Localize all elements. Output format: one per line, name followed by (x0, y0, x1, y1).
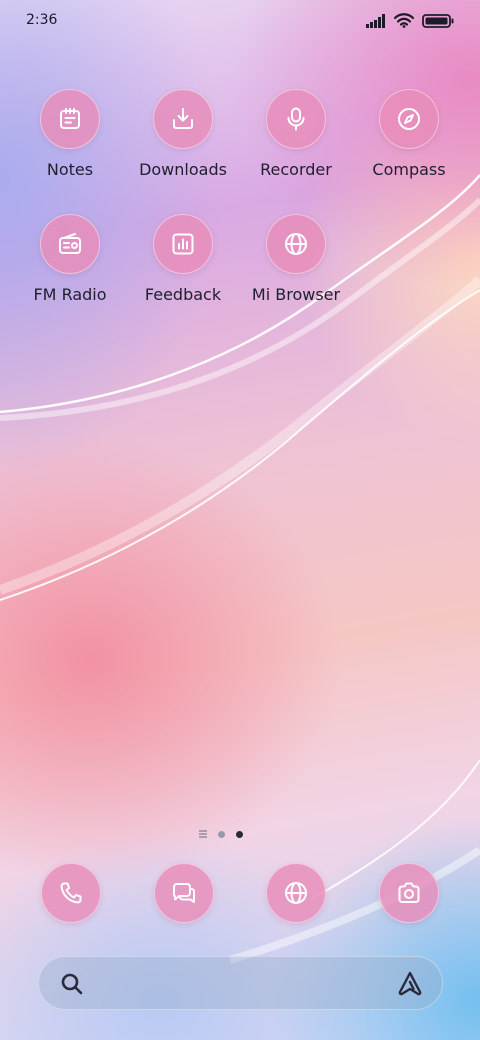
globe-icon (266, 214, 326, 274)
search-bar[interactable] (38, 956, 443, 1010)
notes-icon (40, 89, 100, 149)
app-notes[interactable]: Notes (15, 89, 125, 179)
messages-icon (173, 883, 195, 903)
compass-icon (379, 89, 439, 149)
phone-icon (60, 882, 82, 904)
wifi-icon (394, 13, 414, 28)
status-icons (366, 13, 454, 28)
dock-phone[interactable] (41, 863, 101, 923)
app-label: Feedback (144, 285, 222, 304)
app-label: Recorder (260, 160, 332, 179)
app-compass[interactable]: Compass (354, 89, 464, 179)
page-indicator[interactable] (199, 830, 243, 838)
app-label: Mi Browser (251, 285, 341, 304)
download-icon (153, 89, 213, 149)
browser-icon (285, 882, 307, 904)
radio-icon (40, 214, 100, 274)
assistant-icon[interactable] (396, 970, 424, 998)
app-label: Notes (46, 160, 94, 179)
chart-icon (153, 214, 213, 274)
app-mi-browser[interactable]: Mi Browser (241, 214, 351, 304)
dock-messages[interactable] (154, 863, 214, 923)
app-label: Compass (372, 160, 446, 179)
app-fm-radio[interactable]: FM Radio (15, 214, 125, 304)
dock-browser[interactable] (266, 863, 326, 923)
app-feedback[interactable]: Feedback (128, 214, 238, 304)
battery-icon (422, 13, 454, 28)
page-dot[interactable] (218, 830, 225, 838)
signal-icon (366, 13, 385, 28)
microphone-icon (266, 89, 326, 149)
app-drawer-indicator-icon[interactable] (199, 830, 207, 838)
camera-icon (398, 882, 420, 903)
status-bar: 2:36 (0, 0, 480, 42)
app-downloads[interactable]: Downloads (128, 89, 238, 179)
search-icon[interactable] (59, 971, 85, 997)
app-label: FM Radio (33, 285, 107, 304)
app-label: Downloads (139, 160, 227, 179)
app-recorder[interactable]: Recorder (241, 89, 351, 179)
status-time: 2:36 (26, 12, 58, 28)
dock-camera[interactable] (379, 863, 439, 923)
page-dot-active[interactable] (236, 830, 243, 838)
